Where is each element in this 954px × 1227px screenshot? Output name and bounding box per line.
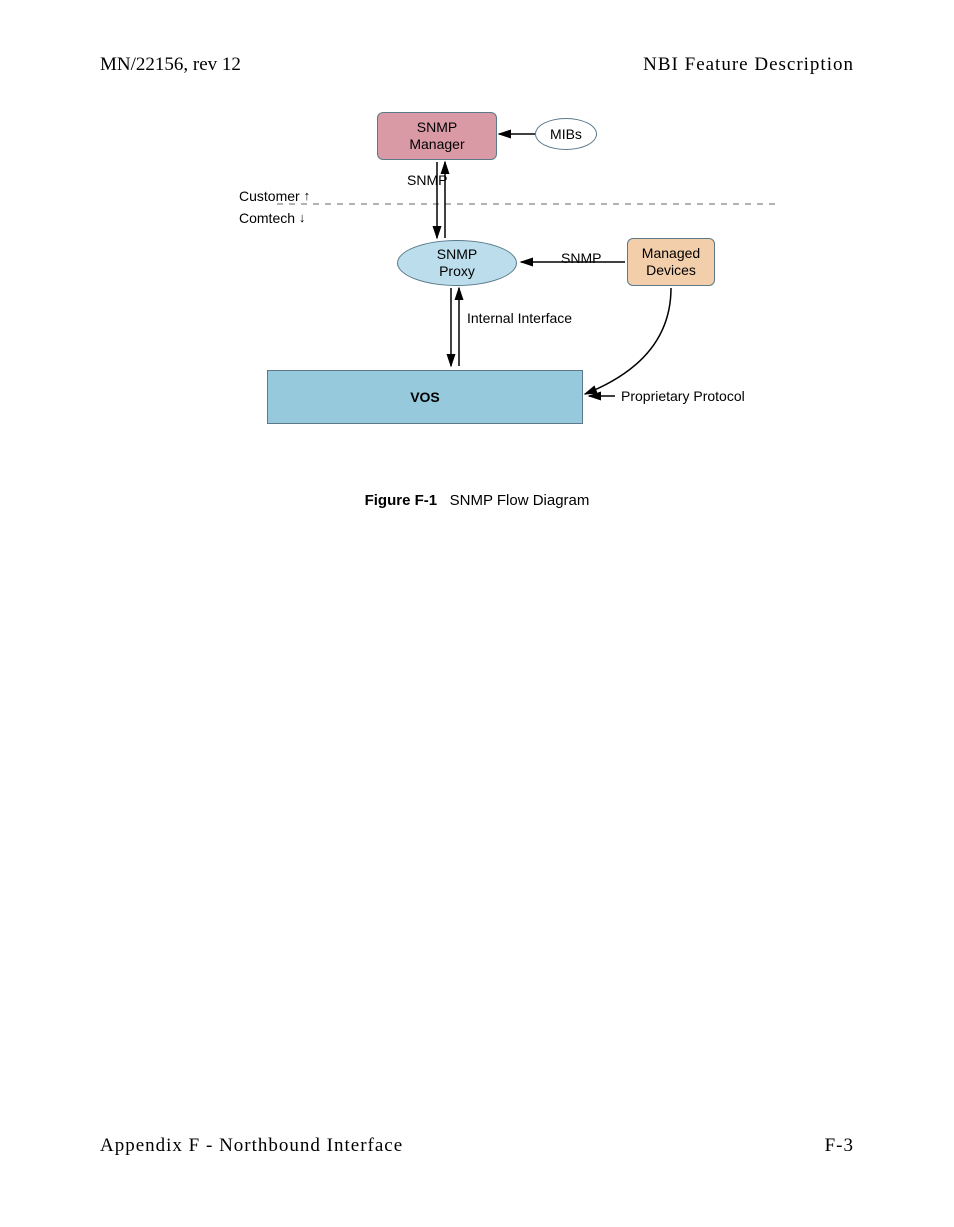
label-proprietary-protocol: Proprietary Protocol: [621, 388, 745, 404]
label-customer: Customer ↑: [239, 188, 310, 204]
page-footer: Appendix F - Northbound Interface F-3: [100, 1135, 854, 1157]
node-mibs: MIBs: [535, 118, 597, 150]
page-header: MN/22156, rev 12 NBI Feature Description: [100, 54, 854, 76]
node-snmp-proxy: SNMP Proxy: [397, 240, 517, 286]
arrow-up-icon: ↑: [304, 188, 311, 203]
header-left: MN/22156, rev 12: [100, 54, 241, 76]
figure-label: Figure F-1: [365, 492, 438, 509]
footer-right: F-3: [825, 1135, 854, 1157]
node-vos: VOS: [267, 370, 583, 424]
label-text: Comtech: [239, 210, 295, 226]
label-internal-interface: Internal Interface: [467, 310, 572, 326]
node-snmp-manager: SNMP Manager: [377, 112, 497, 160]
node-label: VOS: [410, 389, 440, 406]
label-snmp-top: SNMP: [407, 172, 447, 188]
header-right: NBI Feature Description: [643, 54, 854, 76]
figure-caption: Figure F-1 SNMP Flow Diagram: [365, 492, 590, 509]
label-comtech: Comtech ↓: [239, 210, 305, 226]
arrow-down-icon: ↓: [299, 210, 306, 225]
node-label: Managed Devices: [642, 245, 700, 279]
figure: SNMP Manager MIBs SNMP Proxy Managed Dev…: [0, 100, 954, 509]
snmp-flow-diagram: SNMP Manager MIBs SNMP Proxy Managed Dev…: [277, 100, 817, 460]
node-label: SNMP Proxy: [437, 246, 477, 280]
label-text: Customer: [239, 188, 300, 204]
figure-title: SNMP Flow Diagram: [450, 492, 590, 509]
footer-left: Appendix F - Northbound Interface: [100, 1135, 403, 1157]
node-label: MIBs: [550, 126, 582, 143]
label-snmp-mid: SNMP: [561, 250, 601, 266]
node-managed-devices: Managed Devices: [627, 238, 715, 286]
node-label: SNMP Manager: [409, 119, 464, 153]
